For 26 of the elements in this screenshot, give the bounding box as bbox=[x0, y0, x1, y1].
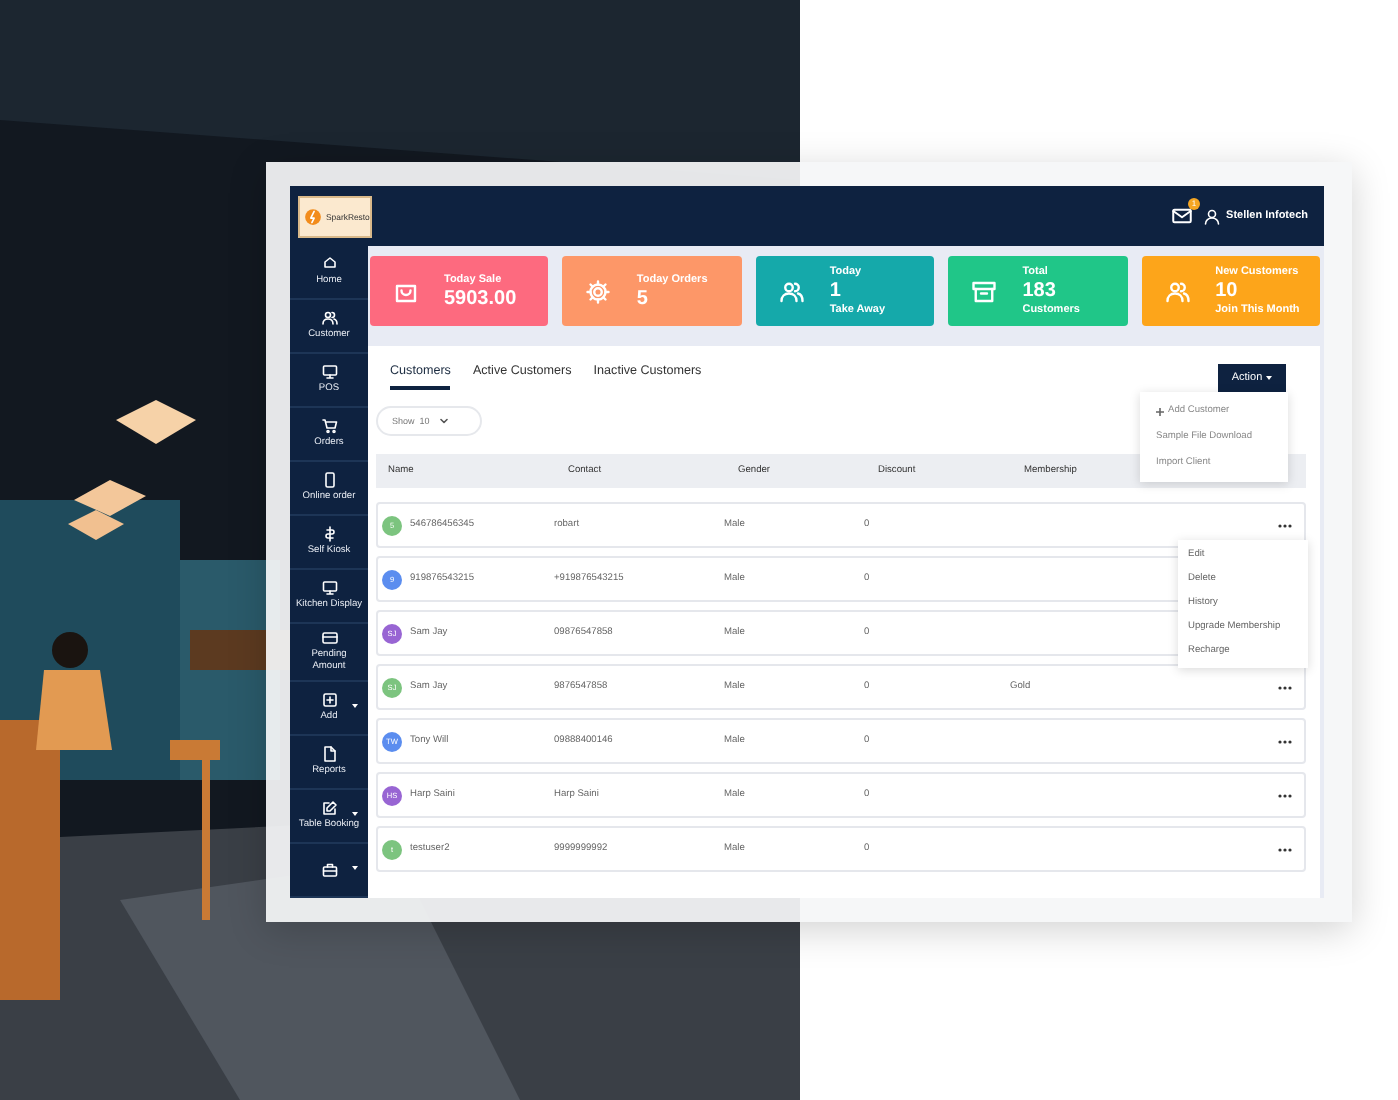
stat-value: 5 bbox=[636, 287, 650, 309]
file-icon bbox=[321, 745, 337, 762]
plus-box-icon bbox=[321, 691, 337, 708]
stat-value: 10 bbox=[1215, 280, 1240, 302]
archive-icon bbox=[972, 279, 997, 303]
monitor-icon bbox=[321, 364, 337, 380]
bag-icon bbox=[394, 279, 418, 303]
mail-icon[interactable] bbox=[1172, 208, 1193, 224]
users-icon bbox=[779, 279, 804, 303]
users-icon bbox=[1165, 279, 1190, 303]
stat-value: 1 bbox=[829, 280, 843, 302]
users-icon bbox=[321, 310, 337, 326]
edit-icon bbox=[321, 799, 337, 816]
stat-value: 183 bbox=[1022, 280, 1058, 302]
caret-icon bbox=[1266, 375, 1273, 380]
user-icon bbox=[1204, 207, 1221, 225]
gear-icon bbox=[586, 279, 611, 303]
phone-icon bbox=[321, 472, 337, 488]
cart-icon bbox=[321, 418, 337, 434]
plus-icon bbox=[1156, 407, 1164, 415]
card-icon bbox=[321, 630, 337, 646]
monitor-icon bbox=[321, 580, 337, 596]
briefcase-icon bbox=[321, 861, 337, 878]
home-icon bbox=[321, 256, 337, 272]
stat-value: 5903.00 bbox=[444, 287, 517, 309]
caret-icon bbox=[439, 418, 448, 424]
